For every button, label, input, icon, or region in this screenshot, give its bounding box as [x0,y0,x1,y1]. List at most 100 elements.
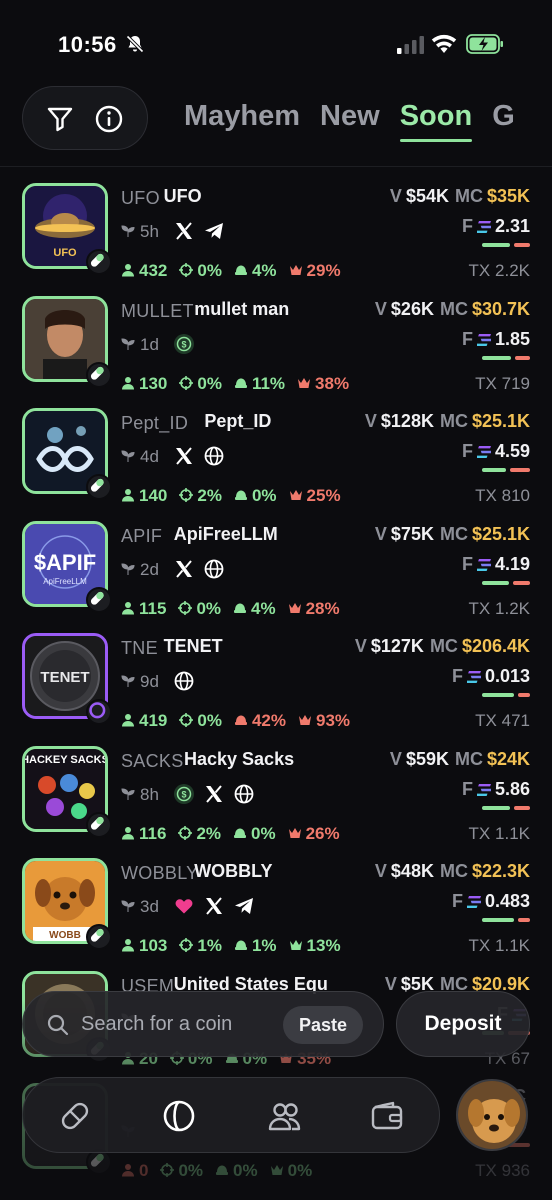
search-bar[interactable]: Search for a coin Paste [22,991,384,1057]
coin-row[interactable]: $APIF ApiFreeLLM APIF ApiFreeLLM 2d 115 0%… [0,518,552,631]
tab-bar: Mayhem New Soon G [184,100,535,142]
sell-bar [514,805,530,810]
x-icon[interactable] [173,558,195,580]
fee: F 5.86 [462,779,530,800]
filter-icon[interactable] [46,105,74,133]
coin-ticker: Pept_ID [121,413,189,433]
coin-row[interactable]: Pept_ID Pept_ID 4d 140 2% 0% 25% V $128K MC $2… [0,405,552,518]
coin-ticker: UFO [121,188,160,208]
solana-icon [476,221,491,233]
fee-label: F [461,553,473,574]
svg-text:UFO: UFO [53,247,77,259]
stat-snipers: 0% [179,261,222,281]
x-icon[interactable] [173,220,195,242]
stat-top10: 28% [288,599,340,619]
volume-value: $127K [370,636,424,656]
coin-row[interactable]: WOBB WOBBLY WOBBLY 3d 103 1% 1% 13% V $48K MC… [0,855,552,968]
volume-label: V [384,973,397,994]
search-input[interactable]: Search for a coin [81,1013,232,1036]
tx-label: TX [468,598,491,618]
svg-text:HACKEY SACKS: HACKEY SACKS [25,754,105,766]
fee-value: 5.86 [494,778,530,799]
stat-top10: 38% [297,374,349,394]
paste-button[interactable]: Paste [282,1006,363,1044]
globe-icon[interactable] [173,670,195,692]
coin-name: Pept_ID [204,411,272,431]
mc-label: MC [439,861,468,881]
pump-icon[interactable] [161,1098,197,1134]
coin-row[interactable]: UFO UFO UFO 5h 432 0% 4% 29% V $54K MC $35K F 2… [0,180,552,293]
tab-new[interactable]: New [320,100,380,133]
sell-bar [510,468,530,472]
coin-stats: 103 1% 1% 13% [121,936,353,956]
solana-icon [476,783,491,796]
coin-row[interactable]: HACKEY SACKS SACKS Hacky Sacks 8h $ 116 2… [0,743,552,856]
globe-icon[interactable] [233,783,255,805]
tx-count: TX 1.1K [469,824,530,844]
tab-soon[interactable]: Soon [399,100,472,142]
tx-count: TX 810 [475,486,530,506]
coin-row[interactable]: MULLET mullet man 1d $ 130 0% 11% 38% V $26K… [0,293,552,406]
dollar-icon[interactable]: $ [173,783,195,805]
tab-graduated[interactable]: G [492,100,515,133]
mc-value: $25.1K [471,523,530,544]
stat-holders: 116 [121,824,166,844]
svg-text:$: $ [181,339,186,349]
stat-snipers: 1% [179,936,222,956]
tx-count: TX 2.2K [469,261,530,281]
users-icon[interactable] [267,1098,303,1134]
stat-snipers: 2% [179,486,222,506]
stat-top10: 26% [288,824,340,844]
wallet-icon[interactable] [369,1098,405,1134]
svg-text:ApiFreeLLM: ApiFreeLLM [43,577,87,586]
coin-age: 8h [121,785,159,805]
launchpad-badge-icon [86,699,112,725]
buy-sell-bar [482,918,530,922]
volume-mc: V $59K MC $24K [390,749,530,770]
sprout-icon [121,225,135,237]
volume-mc: V $128K MC $25.1K [365,411,530,432]
coin-ticker: SACKS [121,750,184,771]
info-icon[interactable] [95,105,123,133]
coin-name: mullet man [194,298,290,319]
profile-avatar[interactable] [456,1079,528,1151]
volume-mc: V $48K MC $22.3K [375,861,530,882]
volume-mc: V $75K MC $25.1K [375,524,530,545]
volume-label: V [354,636,367,656]
tx-label: TX [468,261,491,280]
mc-label: MC [429,636,458,656]
globe-icon[interactable] [203,445,225,467]
telegram-icon[interactable] [203,220,225,242]
coin-row[interactable]: TENET TNE TENET 9d 419 0% 42% 93% V $127K MC $… [0,630,552,743]
sell-bar [513,580,530,585]
volume-value: $48K [390,861,434,881]
stat-holders: 103 [121,936,167,956]
fee-value: 4.59 [494,441,530,461]
volume-mc: V $26K MC $30.7K [375,299,530,320]
dollar-icon[interactable]: $ [173,333,195,355]
buy-sell-bar [482,580,530,585]
mc-value: $22.3K [471,861,530,881]
fee-label: F [461,441,473,461]
globe-icon[interactable] [203,558,225,580]
x-icon[interactable] [203,895,225,917]
buy-bar [482,805,510,810]
x-icon[interactable] [203,783,225,805]
coin-age: 9d [121,672,159,692]
x-icon[interactable] [173,445,195,467]
buy-sell-bar [482,468,530,472]
stat-top10: 93% [298,711,350,731]
volume-label: V [364,411,377,431]
coin-name: WOBBLY [194,861,273,881]
volume-value: $128K [380,411,434,431]
telegram-icon[interactable] [233,895,255,917]
pill-icon[interactable] [57,1098,93,1134]
coin-stats: 140 2% 0% 25% [121,486,353,506]
heart-icon[interactable] [173,895,195,917]
deposit-button[interactable]: Deposit [396,991,530,1057]
stat-holders: 140 [121,486,167,506]
volume-value: $59K [405,748,449,769]
svg-text:$: $ [181,789,186,799]
tab-mayhem[interactable]: Mayhem [184,100,300,133]
sell-bar [518,918,530,922]
